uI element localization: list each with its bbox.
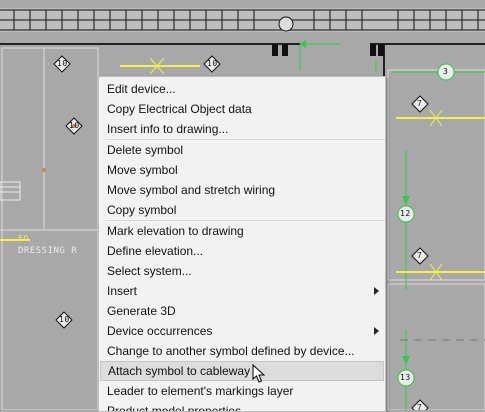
tag-label: 3 [443,67,449,76]
menu-item-define-elevation[interactable]: Define elevation... [99,241,385,261]
context-menu: Edit device... Copy Electrical Object da… [98,76,386,412]
menu-item-mark-elevation[interactable]: Mark elevation to drawing [99,221,385,241]
menu-item-move-symbol-stretch-wiring[interactable]: Move symbol and stretch wiring [99,180,385,200]
menu-item-insert-info-to-drawing[interactable]: Insert info to drawing... [99,119,385,139]
room-label: DRESSING R [18,246,78,256]
menu-item-insert[interactable]: Insert [99,281,385,301]
tag-label: 10 [207,59,218,68]
menu-item-attach-to-cableway[interactable]: Attach symbol to cableway [100,361,384,381]
menu-item-select-system[interactable]: Select system... [99,261,385,281]
menu-item-device-occurrences-label: Device occurrences [107,324,213,338]
menu-item-move-symbol[interactable]: Move symbol [99,160,385,180]
submenu-arrow-icon [374,287,379,295]
tag-label: 7 [417,251,423,260]
tag-label: 10 [57,59,68,68]
menu-item-copy-symbol[interactable]: Copy symbol [99,200,385,220]
menu-item-device-occurrences[interactable]: Device occurrences [99,321,385,341]
menu-item-product-model-properties[interactable]: Product model properties [99,401,385,411]
menu-item-delete-symbol[interactable]: Delete symbol [99,140,385,160]
tag-label: 10 [59,315,70,324]
menu-item-copy-electrical-object-data[interactable]: Copy Electrical Object data [99,99,385,119]
tag-label: 10 [69,121,80,130]
mouse-pointer-icon [252,364,266,383]
tag-label: 7 [417,99,423,108]
menu-item-generate-3d[interactable]: Generate 3D [99,301,385,321]
cable-label: FO [18,234,29,243]
menu-item-leader-to-markings-layer[interactable]: Leader to element's markings layer [99,381,385,401]
tag-label: 13 [400,373,411,382]
tag-label: 7 [417,403,423,410]
menu-item-edit-device[interactable]: Edit device... [99,79,385,99]
submenu-arrow-icon [374,327,379,335]
menu-item-insert-label: Insert [107,284,138,298]
tag-label: 12 [400,209,411,218]
menu-item-change-symbol[interactable]: Change to another symbol defined by devi… [99,341,385,361]
